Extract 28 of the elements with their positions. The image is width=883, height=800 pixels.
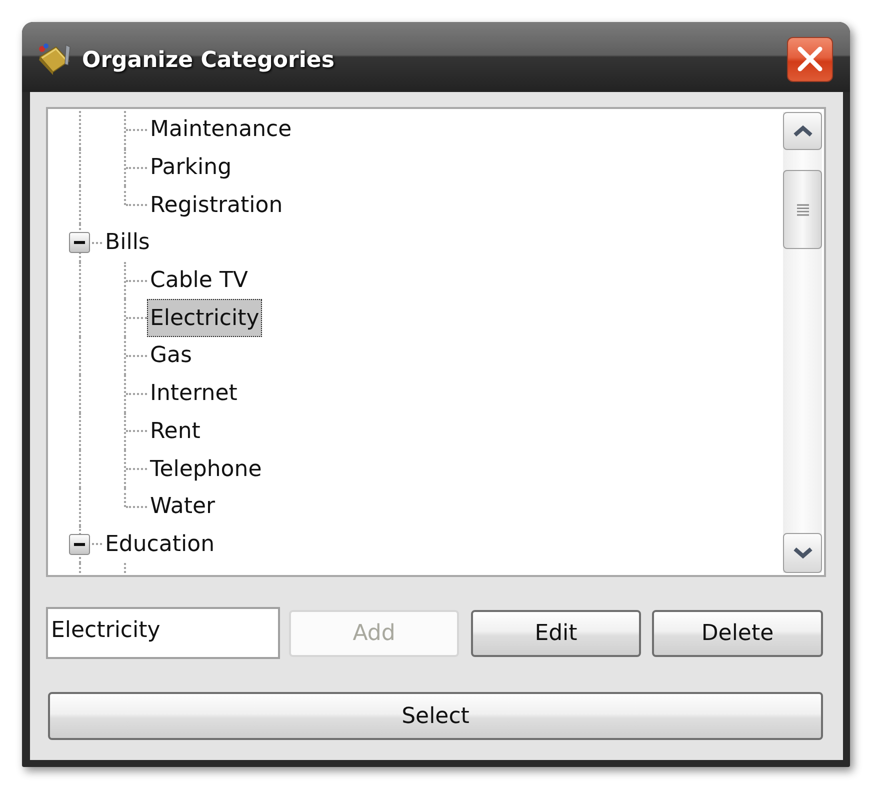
close-icon	[797, 46, 823, 72]
tree-item[interactable]: Telephone	[147, 450, 265, 488]
category-name-input[interactable]: Electricity	[46, 607, 280, 659]
tree-item[interactable]: Gas	[147, 337, 195, 375]
scroll-down-button[interactable]	[783, 533, 822, 573]
minus-box-icon[interactable]	[69, 534, 90, 555]
tree-item[interactable]: Rent	[147, 412, 204, 450]
minus-box-icon[interactable]	[69, 232, 90, 254]
select-button[interactable]: Select	[48, 692, 823, 740]
close-button[interactable]	[787, 36, 833, 82]
tree-item[interactable]: Education	[102, 526, 218, 564]
tree-item[interactable]: Maintenance	[147, 111, 295, 149]
grip-icon	[796, 204, 808, 216]
tree-item[interactable]: Internet	[147, 374, 240, 412]
delete-button[interactable]: Delete	[652, 610, 823, 656]
scrollbar-thumb[interactable]	[783, 170, 822, 249]
tree-item[interactable]: Registration	[147, 186, 286, 224]
tree-item[interactable]: Electricity	[147, 299, 262, 338]
scroll-up-button[interactable]	[783, 112, 822, 150]
window-title: Organize Categories	[82, 48, 334, 72]
tree-item[interactable]: Cable TV	[147, 262, 251, 300]
notebook-icon	[36, 41, 72, 77]
chevron-down-icon	[792, 547, 812, 559]
tree-item[interactable]: Parking	[147, 148, 235, 186]
tree-item[interactable]: Water	[147, 488, 218, 526]
chevron-up-icon	[792, 125, 812, 137]
edit-button[interactable]: Edit	[471, 610, 641, 656]
tree-item[interactable]: Bills	[102, 224, 153, 262]
